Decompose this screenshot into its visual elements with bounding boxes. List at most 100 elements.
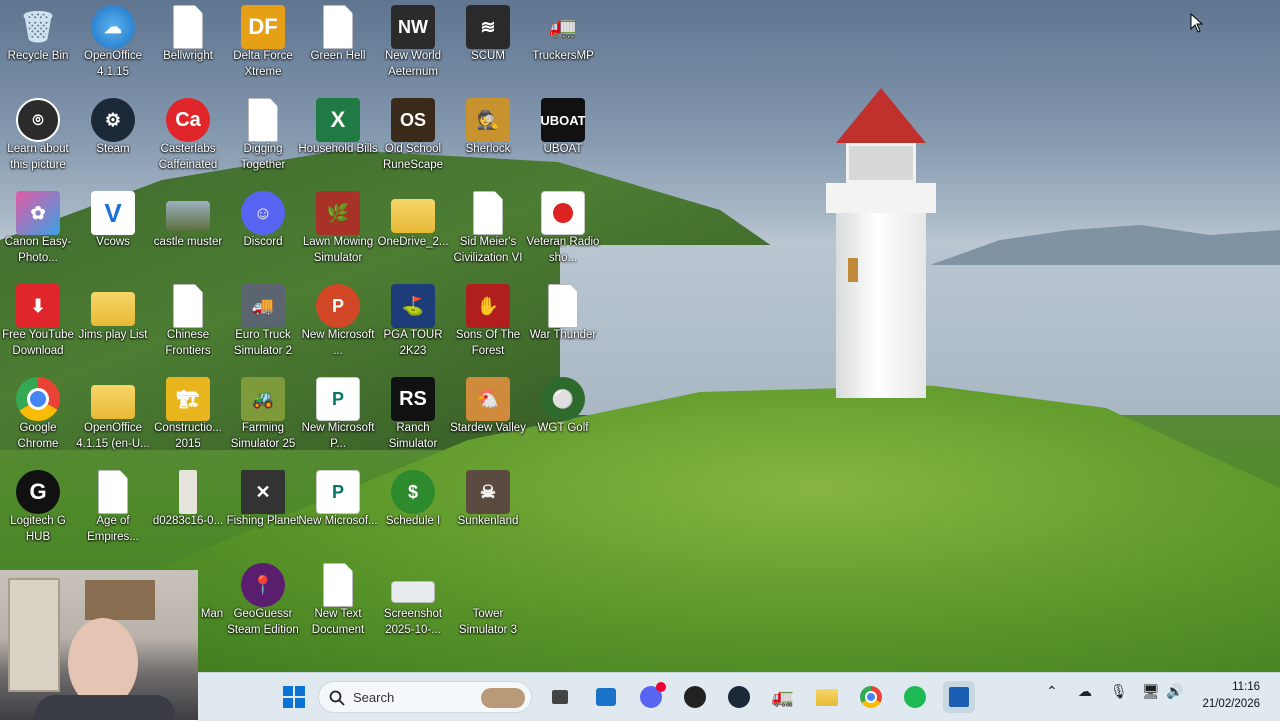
clock-time: 11:16 — [1232, 681, 1260, 693]
taskbar-app-outlook[interactable] — [590, 681, 622, 713]
icon-label: Digging Together — [240, 143, 286, 171]
sons-of-the-forest-icon[interactable]: ✋ Sons Of The Forest — [450, 282, 526, 372]
network-icon[interactable]: 🖥 — [1142, 683, 1160, 700]
icon-label: Google Chrome — [17, 422, 59, 450]
castle-muster-icon[interactable]: castle muster — [150, 189, 226, 279]
old-school-runescape-icon[interactable]: OS Old School RuneScape — [375, 96, 451, 186]
taskbar-app-active-window[interactable] — [943, 681, 975, 713]
icon-label: d0283c16-0... — [152, 515, 224, 527]
wallpaper-distant-hills — [930, 225, 1280, 265]
microphone-icon[interactable]: 🎙 — [1110, 683, 1128, 700]
taskbar-app-discord[interactable] — [635, 681, 667, 713]
construction-simulator-icon[interactable]: 🏗 Constructio... 2015 — [150, 375, 226, 465]
taskbar-app-file-explorer[interactable] — [811, 681, 843, 713]
discord-icon[interactable]: ☺ Discord — [225, 189, 301, 279]
icon-label: OpenOffice 4.1.15 (en-U... — [76, 422, 150, 450]
schedule-i-icon[interactable]: $ Schedule I — [375, 468, 451, 558]
icon-label: Old School RuneScape — [382, 143, 444, 171]
icon-label: Stardew Valley — [450, 422, 526, 434]
taskbar-app-steam[interactable] — [723, 681, 755, 713]
new-microsoft-powerpoint-icon[interactable]: P New Microsoft ... — [300, 282, 376, 372]
civilization-vi-icon[interactable]: Sid Meier's Civilization VI — [450, 189, 526, 279]
household-bills-icon[interactable]: X Household Bills — [298, 96, 378, 186]
taskbar-app-spotify[interactable] — [899, 681, 931, 713]
new-microsoft-publisher-icon[interactable]: P New Microsoft P... — [300, 375, 376, 465]
taskbar-app-chrome[interactable] — [855, 681, 887, 713]
start-button[interactable] — [278, 681, 310, 713]
icon-label: Farming Simulator 25 — [230, 422, 296, 450]
fishing-planet-icon[interactable]: ✕ Fishing Planet — [225, 468, 301, 558]
sherlock-icon[interactable]: 🕵 Sherlock — [450, 96, 526, 186]
casterlabs-icon[interactable]: Ca Casterlabs Caffeinated — [150, 96, 226, 186]
mouse-cursor-icon — [1190, 13, 1204, 33]
icon-label: Delta Force Xtreme — [233, 50, 293, 78]
steam-icon[interactable]: ⚙ Steam — [75, 96, 151, 186]
free-youtube-download-icon[interactable]: ⬇ Free YouTube Download — [0, 282, 76, 372]
new-microsoft-publisher-2-icon[interactable]: P New Microsof... — [298, 468, 378, 558]
euro-truck-simulator-icon[interactable]: 🚚 Euro Truck Simulator 2 — [225, 282, 301, 372]
wgt-golf-icon[interactable]: ⚪ WGT Golf — [525, 375, 601, 465]
icon-label: Chinese Frontiers — [165, 329, 211, 357]
jims-play-list-folder-icon[interactable]: Jims play List — [75, 282, 151, 372]
truckersmp-icon[interactable]: 🚛 TruckersMP — [525, 3, 601, 93]
vcows-icon[interactable]: V Vcows — [75, 189, 151, 279]
new-text-document-icon[interactable]: New Text Document — [300, 561, 376, 651]
windows-logo-icon — [283, 686, 305, 708]
icon-label: Sons Of The Forest — [455, 329, 521, 357]
uboat-icon[interactable]: UBOAT UBOAT — [525, 96, 601, 186]
screenshot-file-icon[interactable]: Screenshot 2025-10-... — [375, 561, 451, 651]
openoffice-installer-folder-icon[interactable]: OpenOffice 4.1.15 (en-U... — [75, 375, 151, 465]
task-view-button[interactable] — [544, 681, 576, 713]
icon-label: Veteran Radio sho... — [526, 236, 600, 264]
icon-label: New World Aeternum — [384, 50, 442, 78]
tower-simulator-icon[interactable]: Tower Simulator 3 — [450, 561, 526, 651]
openoffice-icon[interactable]: ☁ OpenOffice 4.1.15 — [75, 3, 151, 93]
digging-together-icon[interactable]: Digging Together — [225, 96, 301, 186]
lawn-mowing-simulator-icon[interactable]: 🌿 Lawn Mowing Simulator — [300, 189, 376, 279]
age-of-empires-icon[interactable]: Age of Empires... — [75, 468, 151, 558]
onedrive-folder-icon[interactable]: OneDrive_2... — [375, 189, 451, 279]
search-icon — [329, 690, 345, 706]
scum-icon[interactable]: ≋ SCUM — [450, 3, 526, 93]
outlook-icon — [596, 688, 616, 706]
icon-label: Jims play List — [78, 329, 148, 341]
taskbar-clock[interactable]: 11:16 21/02/2026 — [1202, 679, 1260, 713]
clock-date: 21/02/2026 — [1202, 698, 1260, 710]
sunkenland-icon[interactable]: ☠ Sunkenland — [450, 468, 526, 558]
icon-label: Age of Empires... — [87, 515, 139, 543]
recycle-bin-icon[interactable]: 🗑 Recycle Bin — [0, 3, 76, 93]
learn-about-picture-icon[interactable]: ⌾ Learn about this picture — [0, 96, 76, 186]
bellwright-icon[interactable]: Bellwright — [150, 3, 226, 93]
war-thunder-icon[interactable]: War Thunder — [525, 282, 601, 372]
webcam-overlay — [0, 570, 198, 720]
google-chrome-icon[interactable]: Google Chrome — [0, 375, 76, 465]
taskbar-app-truckersmp[interactable]: 🚛 — [767, 681, 799, 713]
chinese-frontiers-icon[interactable]: Chinese Frontiers — [150, 282, 226, 372]
volume-icon[interactable]: 🔊 — [1166, 683, 1183, 700]
icon-label: Bellwright — [163, 50, 213, 62]
delta-force-icon[interactable]: DF Delta Force Xtreme — [225, 3, 301, 93]
show-hidden-icons-chevron-icon[interactable]: ⌃ — [1046, 683, 1058, 700]
taskbar-app-obs[interactable] — [679, 681, 711, 713]
geoguessr-icon[interactable]: 📍 GeoGuessr Steam Edition — [225, 561, 301, 651]
spotify-icon — [904, 686, 926, 708]
pga-tour-icon[interactable]: ⛳ PGA TOUR 2K23 — [375, 282, 451, 372]
icon-label: Euro Truck Simulator 2 — [233, 329, 293, 357]
taskbar-search-box[interactable]: Search — [318, 681, 532, 713]
canon-easy-photo-icon[interactable]: ✿ Canon Easy-Photo... — [0, 189, 76, 279]
folder-icon — [816, 688, 838, 706]
app-window-icon — [949, 687, 969, 707]
logitech-g-hub-icon[interactable]: G Logitech G HUB — [0, 468, 76, 558]
d0283c-file-icon[interactable]: d0283c16-0... — [150, 468, 226, 558]
icon-label: OneDrive_2... — [377, 236, 449, 248]
ranch-simulator-icon[interactable]: RS Ranch Simulator — [375, 375, 451, 465]
icon-label: Ranch Simulator — [388, 422, 438, 450]
onedrive-cloud-icon[interactable]: ☁ — [1078, 683, 1092, 700]
farming-simulator-icon[interactable]: 🚜 Farming Simulator 25 — [225, 375, 301, 465]
icon-label: Sid Meier's Civilization VI — [453, 236, 523, 264]
new-world-aeternum-icon[interactable]: NW New World Aeternum — [375, 3, 451, 93]
green-hell-icon[interactable]: Green Hell — [300, 3, 376, 93]
stardew-valley-icon[interactable]: 🐔 Stardew Valley — [450, 375, 526, 465]
veteran-radio-icon[interactable]: Veteran Radio sho... — [525, 189, 601, 279]
icon-label: OpenOffice 4.1.15 — [84, 50, 142, 78]
